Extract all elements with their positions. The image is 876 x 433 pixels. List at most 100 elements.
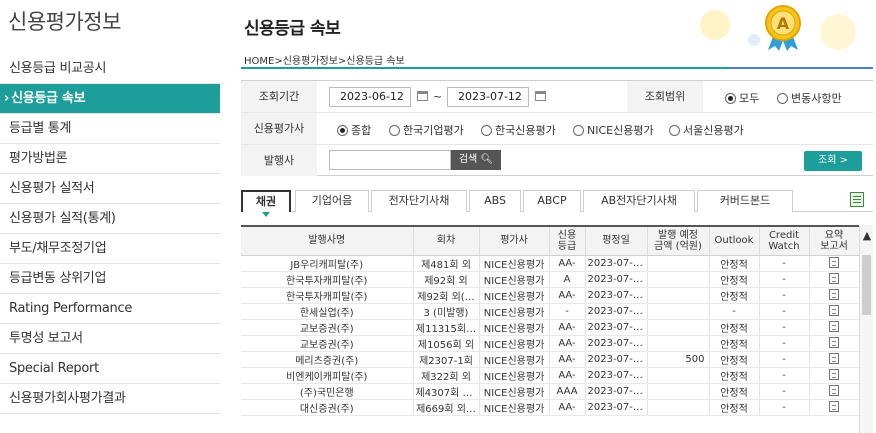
cell-series: 제11315회…	[413, 319, 480, 336]
cell-agency: NICE신용평가	[479, 287, 550, 304]
cell-series: 제669회 외…	[413, 399, 480, 416]
summary-report-icon[interactable]	[829, 337, 839, 349]
table-row[interactable]: 메리츠증권(주) 제2307-1회 NICE신용평가 AA- 2023-07-11 500…	[241, 351, 859, 368]
cell-outlook: 안정적	[709, 287, 760, 304]
cell-summary-report	[809, 303, 859, 320]
col-date[interactable]: 평정일	[585, 227, 648, 256]
cell-outlook: 안정적	[709, 255, 760, 272]
sidebar-item-rating-performance[interactable]: Rating Performance	[0, 294, 220, 324]
agency-radio-kis[interactable]: 한국신용평가	[481, 122, 556, 138]
summary-report-icon[interactable]	[829, 273, 839, 285]
cell-series: 3 (미발행)	[413, 303, 480, 320]
summary-report-icon[interactable]	[829, 321, 839, 333]
sidebar-item-rating-news[interactable]: 신용등급 속보	[0, 84, 220, 114]
cell-amount	[647, 287, 710, 304]
sidebar-item-transparency-report[interactable]: 투명성 보고서	[0, 324, 220, 354]
tab-covered-bond[interactable]: 커버드본드	[697, 190, 793, 212]
summary-report-icon[interactable]	[829, 385, 839, 397]
calendar-icon[interactable]	[417, 91, 428, 101]
sidebar-item-rating-comparison[interactable]: 신용등급 비교공시	[0, 54, 220, 84]
sidebar-item-special-report[interactable]: Special Report	[0, 354, 220, 384]
cell-amount	[647, 335, 710, 352]
agency-radio-all[interactable]: 종합	[337, 122, 371, 138]
query-button[interactable]: 조회 >	[804, 151, 862, 171]
cell-agency: NICE신용평가	[479, 303, 550, 320]
period-label: 조회기간	[241, 81, 317, 112]
cell-date: 2023-07-12	[585, 271, 648, 288]
summary-report-icon[interactable]	[829, 401, 839, 413]
agency-radio-kr-label: 한국기업평가	[403, 124, 464, 137]
summary-report-icon[interactable]	[829, 369, 839, 381]
cell-summary-report	[809, 367, 859, 384]
sidebar-item-grade-stats[interactable]: 등급별 통계	[0, 114, 220, 144]
agency-radio-kr[interactable]: 한국기업평가	[389, 122, 464, 138]
scroll-thumb[interactable]	[862, 255, 871, 315]
table-row[interactable]: 교보증권(주) 제1056회 외 NICE신용평가 AA- 2023-07-11 안정적 -	[241, 335, 859, 352]
cell-series: 제4307회 외…	[413, 383, 480, 400]
table-body: JB우리캐피탈(주) 제481회 외 NICE신용평가 AA- 2023-07-12 안정…	[241, 255, 859, 416]
issuer-search-button[interactable]: 검색 🔍︎	[451, 150, 501, 170]
col-series[interactable]: 회차	[413, 227, 480, 256]
table-row[interactable]: 대신증권(주) 제669회 외… NICE신용평가 AA- 2023-07-10 안정적 -	[241, 399, 859, 416]
col-credit-watch[interactable]: Credit Watch	[759, 227, 810, 256]
cell-rating: AAA	[549, 383, 586, 400]
cell-series: 제2307-1회	[413, 351, 480, 368]
agency-radio-nice[interactable]: NICE신용평가	[573, 122, 654, 138]
summary-report-icon[interactable]	[829, 257, 839, 269]
table-scrollbar[interactable]: ▲	[859, 225, 873, 433]
sidebar-item-agency-evaluation[interactable]: 신용평가회사평가결과	[0, 384, 220, 414]
col-issuer[interactable]: 발행사명	[241, 227, 414, 256]
tab-ab-electronic[interactable]: AB전자단기사채	[583, 190, 695, 212]
summary-report-icon[interactable]	[829, 353, 839, 365]
date-from-input[interactable]: 2023-06-12	[329, 87, 411, 107]
summary-report-icon[interactable]	[829, 289, 839, 301]
tab-electronic-short-term[interactable]: 전자단기사채	[371, 190, 467, 212]
scroll-up-icon[interactable]: ▲	[860, 229, 874, 243]
date-to-input[interactable]: 2023-07-12	[447, 87, 529, 107]
search-panel: 조회기간 2023-06-12 ~ 2023-07-12 조회범위 모두 변동사…	[241, 80, 873, 176]
cell-amount	[647, 399, 710, 416]
table-row[interactable]: JB우리캐피탈(주) 제481회 외 NICE신용평가 AA- 2023-07-12 안정…	[241, 255, 859, 272]
cell-amount	[647, 367, 710, 384]
sidebar-item-methodology[interactable]: 평가방법론	[0, 144, 220, 174]
issuer-input[interactable]	[329, 150, 451, 170]
calendar-icon[interactable]	[535, 91, 546, 101]
range-radio-changes[interactable]: 변동사항만	[777, 90, 842, 106]
cell-date: 2023-07-12	[585, 303, 648, 320]
table-row[interactable]: 한국투자캐피탈(주) 제92회 외 NICE신용평가 A 2023-07-12 안정적 -	[241, 271, 859, 288]
table-row[interactable]: 한국투자캐피탈(주) 제92회 외(… NICE신용평가 AA- 2023-07-12 안…	[241, 287, 859, 304]
cell-agency: NICE신용평가	[479, 271, 550, 288]
col-rating[interactable]: 신용 등급	[549, 227, 586, 256]
table-row[interactable]: (주)국민은행 제4307회 외… NICE신용평가 AAA 2023-07-10 안정적…	[241, 383, 859, 400]
table-row[interactable]: 한세실업(주) 3 (미발행) NICE신용평가 -2023-07-12- -	[241, 303, 859, 320]
col-summary-report[interactable]: 요약 보고서	[809, 227, 859, 256]
cell-credit-watch: -	[759, 335, 810, 352]
tab-commercial-paper[interactable]: 기업어음	[295, 190, 369, 212]
tab-abcp[interactable]: ABCP	[523, 190, 581, 212]
table-row[interactable]: 비엔케이캐피탈(주) 제322회 외 NICE신용평가 AA- 2023-07-11 안정…	[241, 367, 859, 384]
agency-radio-scr[interactable]: 서울신용평가	[669, 122, 744, 138]
excel-download-icon[interactable]	[850, 192, 864, 207]
summary-report-icon[interactable]	[829, 305, 839, 317]
range-radio-all[interactable]: 모두	[725, 90, 759, 106]
badge-letter: A	[777, 14, 790, 33]
col-agency[interactable]: 평가사	[479, 227, 550, 256]
sidebar-item-performance-stats[interactable]: 신용평가 실적(통계)	[0, 204, 220, 234]
ratings-table: 발행사명 회차 평가사 신용 등급 평정일 발행 예정 금액 (억원) Outl…	[241, 227, 859, 416]
tab-bonds[interactable]: 채권	[241, 190, 291, 217]
sidebar-item-default-companies[interactable]: 부도/채무조정기업	[0, 234, 220, 264]
col-outlook[interactable]: Outlook	[709, 227, 760, 256]
cell-summary-report	[809, 287, 859, 304]
cell-issuer: (주)국민은행	[241, 383, 414, 400]
cell-amount	[647, 271, 710, 288]
radio-icon	[777, 93, 788, 104]
radio-icon	[669, 125, 680, 136]
sidebar-item-top-changes[interactable]: 등급변동 상위기업	[0, 264, 220, 294]
cell-credit-watch: -	[759, 319, 810, 336]
table-row[interactable]: 교보증권(주) 제11315회… NICE신용평가 AA- 2023-07-11 안정적 -	[241, 319, 859, 336]
cell-outlook: 안정적	[709, 335, 760, 352]
tab-abs[interactable]: ABS	[469, 190, 521, 212]
cell-agency: NICE신용평가	[479, 351, 550, 368]
sidebar-item-performance-report[interactable]: 신용평가 실적서	[0, 174, 220, 204]
col-amount[interactable]: 발행 예정 금액 (억원)	[647, 227, 710, 256]
